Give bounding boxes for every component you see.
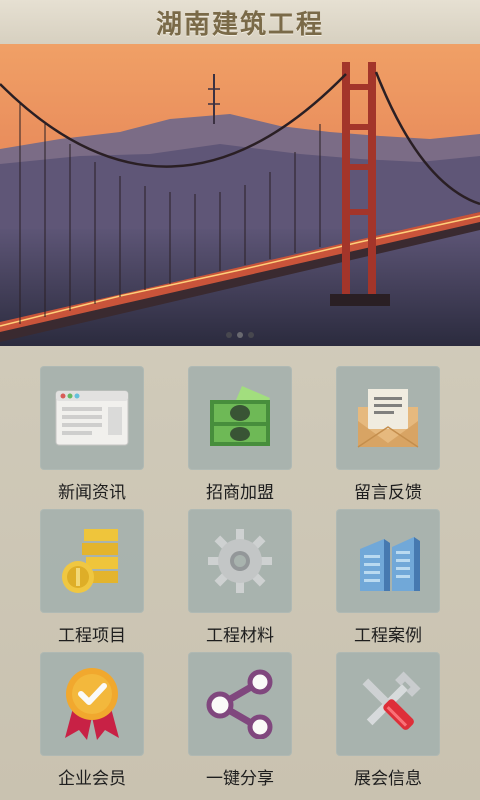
menu-label: 留言反馈	[354, 483, 422, 503]
menu-tile[interactable]	[188, 366, 292, 470]
top-bar: 湖南建筑工程	[0, 0, 480, 45]
carousel-dot-active[interactable]	[237, 332, 243, 338]
menu-item-exhibitions[interactable]: 展会信息	[336, 652, 440, 789]
menu-tile[interactable]	[336, 366, 440, 470]
menu-item-members[interactable]: 企业会员	[40, 652, 144, 789]
menu-label: 招商加盟	[206, 483, 274, 503]
app-title: 湖南建筑工程	[155, 9, 324, 40]
menu-item-projects[interactable]: 工程项目	[40, 509, 144, 646]
menu-tile[interactable]	[188, 652, 292, 756]
menu-tile[interactable]	[40, 366, 144, 470]
banner-carousel[interactable]	[0, 44, 480, 346]
menu-item-cases[interactable]: 工程案例	[336, 509, 440, 646]
money-bill-icon	[210, 386, 270, 446]
menu-item-feedback[interactable]: 留言反馈	[336, 366, 440, 503]
menu-label: 企业会员	[58, 769, 126, 789]
menu-item-franchise[interactable]: 招商加盟	[188, 366, 292, 503]
menu-tile[interactable]	[336, 652, 440, 756]
menu-label: 工程案例	[354, 626, 422, 646]
menu-label: 一键分享	[206, 769, 274, 789]
menu-item-materials[interactable]: 工程材料	[188, 509, 292, 646]
share-icon	[206, 669, 273, 739]
menu-item-news[interactable]: 新闻资讯	[40, 366, 144, 503]
menu-label: 新闻资讯	[58, 483, 126, 503]
menu-label: 工程项目	[58, 626, 126, 646]
carousel-dot[interactable]	[226, 332, 232, 338]
menu-tile[interactable]	[188, 509, 292, 613]
menu-tile[interactable]	[40, 652, 144, 756]
tools-icon	[362, 671, 421, 730]
envelope-icon	[357, 389, 419, 448]
menu-tile[interactable]	[336, 509, 440, 613]
menu-label: 展会信息	[354, 769, 422, 789]
gear-icon	[208, 529, 272, 593]
menu-item-share[interactable]: 一键分享	[188, 652, 292, 789]
award-badge-icon	[65, 668, 119, 740]
browser-window-icon	[55, 390, 129, 446]
menu-tile[interactable]	[40, 509, 144, 613]
buildings-icon	[360, 537, 420, 591]
carousel-indicator[interactable]	[0, 332, 480, 338]
menu-label: 工程材料	[206, 626, 274, 646]
coin-stack-icon	[62, 529, 118, 593]
carousel-dot[interactable]	[248, 332, 254, 338]
banner-image	[0, 44, 480, 346]
